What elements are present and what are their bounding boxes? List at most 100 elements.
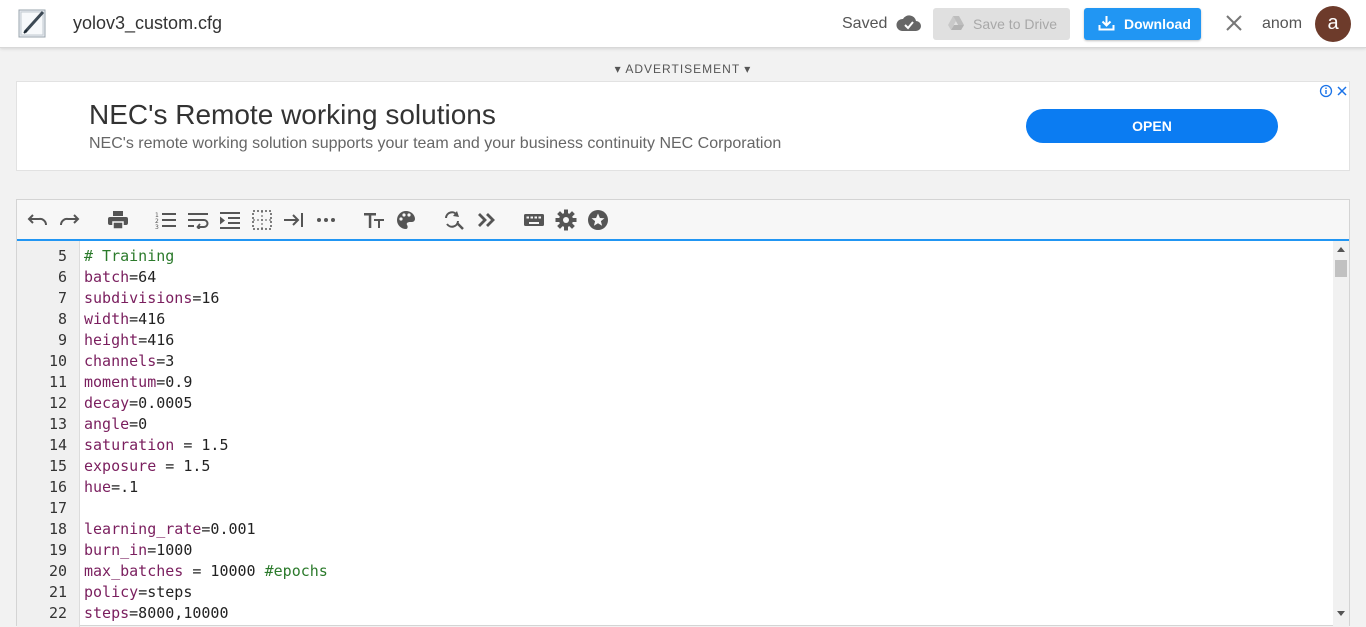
code-line[interactable]: 13 angle=0 xyxy=(17,414,1333,435)
line-number: 19 xyxy=(48,541,67,559)
line-code[interactable]: momentum=0.9 xyxy=(84,372,192,393)
code-line[interactable]: 7 subdivisions=16 xyxy=(17,288,1333,309)
tab-icon[interactable] xyxy=(282,209,306,231)
scroll-down-arrow[interactable] xyxy=(1337,611,1345,616)
scroll-thumb[interactable] xyxy=(1335,260,1347,277)
line-code[interactable]: max_batches = 10000 #epochs xyxy=(84,561,328,582)
line-number: 15 xyxy=(48,457,67,475)
line-code[interactable]: # Training xyxy=(84,246,174,267)
line-code[interactable]: saturation = 1.5 xyxy=(84,435,229,456)
ad-choices-icon[interactable] xyxy=(1318,83,1350,99)
line-code[interactable]: angle=0 xyxy=(84,414,147,435)
code-line[interactable]: 11 momentum=0.9 xyxy=(17,372,1333,393)
code-area[interactable]: 5 # Training 6 batch=64 7 subdivisions=16 8 wid… xyxy=(17,241,1349,627)
code-line[interactable]: 19 burn_in=1000 xyxy=(17,540,1333,561)
cloud-check-icon xyxy=(896,13,922,33)
config-key: angle xyxy=(84,415,130,433)
line-number: 12 xyxy=(48,394,67,412)
code-line[interactable]: 10 channels=3 xyxy=(17,351,1333,372)
line-code[interactable]: burn_in=1000 xyxy=(84,540,192,561)
star-icon[interactable] xyxy=(586,209,610,231)
whitespace-icon[interactable] xyxy=(250,209,274,231)
close-icon[interactable] xyxy=(1224,13,1244,33)
save-to-drive-label: Save to Drive xyxy=(973,16,1058,32)
config-value: =0.001 xyxy=(201,520,256,538)
settings-icon[interactable] xyxy=(554,209,578,231)
line-code[interactable]: steps=8000,10000 xyxy=(84,603,229,624)
line-code[interactable]: subdivisions=16 xyxy=(84,288,219,309)
more-icon[interactable] xyxy=(314,209,338,231)
line-code[interactable]: policy=steps xyxy=(84,582,192,603)
config-key: decay xyxy=(84,394,130,412)
code-line[interactable]: 5 # Training xyxy=(17,246,1333,267)
config-key: height xyxy=(84,331,139,349)
code-line[interactable]: 20 max_batches = 10000 #epochs xyxy=(17,561,1333,582)
config-value: =16 xyxy=(192,289,220,307)
config-key: exposure xyxy=(84,457,157,475)
download-icon xyxy=(1098,15,1124,34)
download-button[interactable]: Download xyxy=(1084,8,1201,40)
undo-icon[interactable] xyxy=(26,209,50,231)
config-key: batch xyxy=(84,268,130,286)
advertisement-label: ▾ ADVERTISEMENT ▾ xyxy=(614,62,752,76)
code-line[interactable]: 16 hue=.1 xyxy=(17,477,1333,498)
editor-toolbar: 123 xyxy=(17,200,1349,241)
line-code[interactable]: hue=.1 xyxy=(84,477,138,498)
avatar[interactable]: a xyxy=(1315,6,1351,42)
code-line[interactable]: 6 batch=64 xyxy=(17,267,1333,288)
scroll-up-arrow[interactable] xyxy=(1337,247,1345,252)
line-number: 18 xyxy=(48,520,67,538)
line-code[interactable]: height=416 xyxy=(84,330,174,351)
ad-title[interactable]: NEC's Remote working solutions xyxy=(89,99,496,131)
wrap-icon[interactable] xyxy=(186,209,210,231)
line-code[interactable]: decay=0.0005 xyxy=(84,393,192,414)
print-icon[interactable] xyxy=(106,209,130,231)
code-line[interactable]: 17 xyxy=(17,498,1333,519)
config-key: policy xyxy=(84,583,139,601)
code-comment: # Training xyxy=(84,247,175,265)
google-drive-icon xyxy=(947,15,973,34)
find-replace-icon[interactable] xyxy=(442,209,466,231)
theme-icon[interactable] xyxy=(394,209,418,231)
line-code[interactable]: width=416 xyxy=(84,309,165,330)
line-code[interactable]: batch=64 xyxy=(84,267,156,288)
redo-icon[interactable] xyxy=(57,209,81,231)
config-value: =64 xyxy=(129,268,157,286)
line-number: 13 xyxy=(48,415,67,433)
save-to-drive-button[interactable]: Save to Drive xyxy=(933,8,1070,40)
code-line[interactable]: 22 steps=8000,10000 xyxy=(17,603,1333,624)
download-label: Download xyxy=(1124,16,1191,32)
code-line[interactable]: 8 width=416 xyxy=(17,309,1333,330)
vertical-scrollbar[interactable] xyxy=(1333,241,1349,627)
code-line[interactable]: 21 policy=steps xyxy=(17,582,1333,603)
keyboard-icon[interactable] xyxy=(522,209,546,231)
config-value: =0.0005 xyxy=(129,394,193,412)
code-line[interactable]: 15 exposure = 1.5 xyxy=(17,456,1333,477)
user-name[interactable]: anom xyxy=(1262,15,1302,33)
expand-icon[interactable] xyxy=(474,209,498,231)
line-number: 14 xyxy=(48,436,67,454)
indent-icon[interactable] xyxy=(218,209,242,231)
code-line[interactable]: 12 decay=0.0005 xyxy=(17,393,1333,414)
code-line[interactable]: 14 saturation = 1.5 xyxy=(17,435,1333,456)
config-value: = 10000 xyxy=(183,562,265,580)
advertisement-banner[interactable]: NEC's Remote working solutions NEC's rem… xyxy=(16,81,1350,171)
line-number: 6 xyxy=(57,268,67,286)
line-number: 8 xyxy=(57,310,67,328)
code-comment: #epochs xyxy=(264,562,328,580)
config-value: =.1 xyxy=(111,478,139,496)
ad-open-button[interactable]: OPEN xyxy=(1026,109,1278,143)
file-name[interactable]: yolov3_custom.cfg xyxy=(73,13,222,34)
config-key: channels xyxy=(84,352,157,370)
code-line[interactable]: 18 learning_rate=0.001 xyxy=(17,519,1333,540)
line-code[interactable]: exposure = 1.5 xyxy=(84,456,210,477)
line-number: 10 xyxy=(48,352,67,370)
line-code[interactable]: learning_rate=0.001 xyxy=(84,519,256,540)
config-value: =steps xyxy=(138,583,193,601)
app-logo-icon[interactable] xyxy=(16,6,49,40)
line-code[interactable]: channels=3 xyxy=(84,351,174,372)
line-numbers-icon[interactable]: 123 xyxy=(154,209,178,231)
ad-description[interactable]: NEC's remote working solution supports y… xyxy=(89,135,781,153)
font-size-icon[interactable] xyxy=(362,209,386,231)
code-line[interactable]: 9 height=416 xyxy=(17,330,1333,351)
